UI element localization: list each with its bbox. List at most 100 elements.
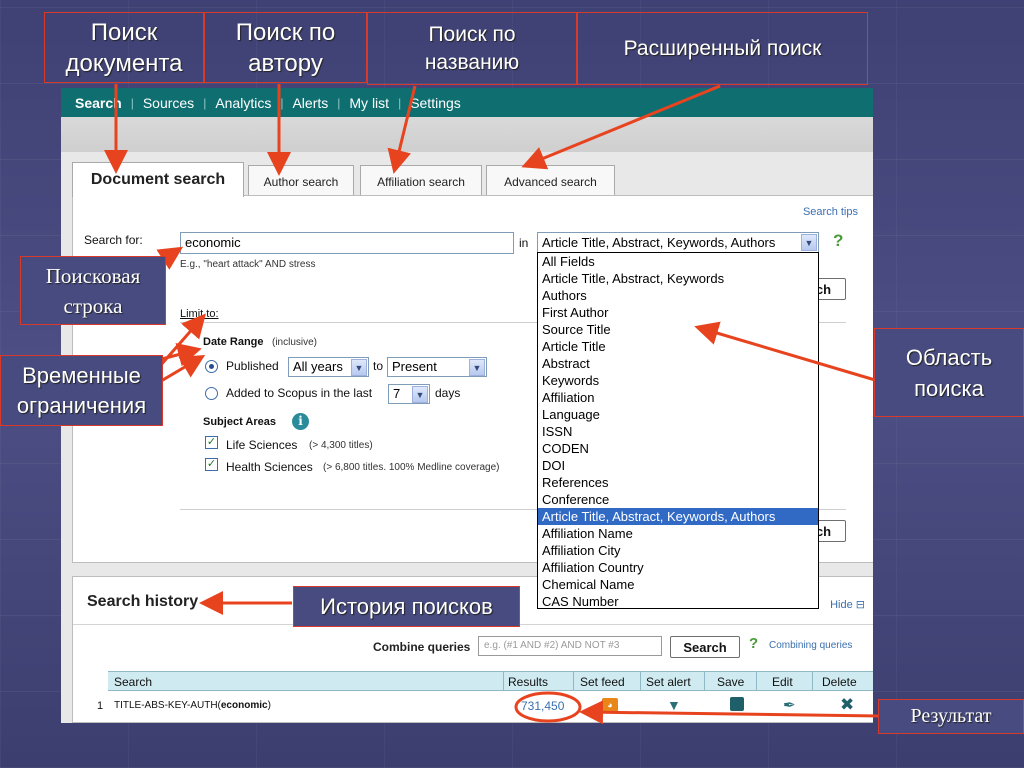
nav-analytics[interactable]: Analytics	[215, 95, 271, 111]
chevron-down-icon[interactable]: ▼	[351, 359, 367, 376]
table-row: 1 TITLE-ABS-KEY-AUTH(economic) 731,450 ◕…	[73, 695, 873, 716]
col-search: Search	[114, 675, 153, 689]
chevron-down-icon[interactable]: ▼	[469, 359, 485, 376]
dropdown-option[interactable]: Abstract	[538, 355, 818, 372]
health-sciences-label: Health Sciences	[226, 460, 313, 474]
dropdown-option[interactable]: ISSN	[538, 423, 818, 440]
dropdown-option[interactable]: Affiliation City	[538, 542, 818, 559]
dropdown-option[interactable]: Affiliation	[538, 389, 818, 406]
added-label: Added to Scopus in the last	[226, 386, 373, 400]
dropdown-option[interactable]: Affiliation Country	[538, 559, 818, 576]
life-sciences-label: Life Sciences	[226, 438, 298, 452]
query-prefix: TITLE-ABS-KEY-AUTH(	[114, 700, 221, 711]
annotation-search-string: Поисковая строка	[20, 256, 166, 325]
chevron-down-icon[interactable]: ▼	[412, 386, 428, 403]
search-example: E.g., "heart attack" AND stress	[180, 259, 316, 270]
hide-label: Hide	[830, 599, 853, 611]
alert-bell-icon[interactable]: ▼	[667, 697, 681, 713]
delete-x-icon[interactable]: ✖	[840, 695, 854, 715]
dropdown-option[interactable]: Affiliation Name	[538, 525, 818, 542]
annotation-advanced-search: Расширенный поиск	[577, 12, 868, 85]
row-query[interactable]: TITLE-ABS-KEY-AUTH(economic)	[114, 700, 271, 711]
nav-sources[interactable]: Sources	[143, 95, 194, 111]
dropdown-option[interactable]: Article Title, Abstract, Keywords, Autho…	[538, 508, 818, 525]
col-set-alert: Set alert	[646, 675, 691, 689]
scopus-window: Search | Sources | Analytics | Alerts | …	[61, 88, 873, 723]
search-input[interactable]: economic	[180, 232, 514, 254]
top-navigation: Search | Sources | Analytics | Alerts | …	[61, 88, 873, 117]
life-sciences-count: (> 4,300 titles)	[309, 440, 373, 451]
life-sciences-checkbox[interactable]: ✓	[205, 436, 218, 449]
search-tips-link[interactable]: Search tips	[803, 206, 858, 218]
dropdown-option[interactable]: DOI	[538, 457, 818, 474]
row-number: 1	[97, 700, 104, 712]
combine-queries-input[interactable]: e.g. (#1 AND #2) AND NOT #3	[478, 636, 662, 656]
col-results: Results	[508, 675, 549, 689]
dropdown-option[interactable]: Source Title	[538, 321, 818, 338]
edit-pencil-icon[interactable]: ✒	[783, 696, 796, 714]
nav-my-list[interactable]: My list	[349, 95, 389, 111]
search-field-dropdown[interactable]: All Fields Article Title, Abstract, Keywo…	[537, 252, 819, 609]
col-set-feed: Set feed	[580, 675, 625, 689]
dropdown-option[interactable]: Language	[538, 406, 818, 423]
col-edit: Edit	[772, 675, 793, 689]
search-field-value: Article Title, Abstract, Keywords, Autho…	[542, 235, 776, 250]
save-disk-icon[interactable]	[730, 697, 744, 711]
annotation-search-area: Область поиска	[874, 328, 1024, 417]
help-icon[interactable]: ?	[749, 635, 758, 652]
in-label: in	[519, 236, 529, 250]
dropdown-option[interactable]: First Author	[538, 304, 818, 321]
history-table-header: Search Results Set feed Set alert Save E…	[108, 671, 873, 691]
hide-history-link[interactable]: Hide ⊟	[830, 598, 865, 611]
published-label: Published	[226, 359, 279, 373]
nav-alerts[interactable]: Alerts	[292, 95, 328, 111]
years-to-value: Present	[392, 359, 437, 374]
tab-author-search[interactable]: Author search	[248, 165, 354, 198]
years-from-value: All years	[293, 359, 343, 374]
years-from-select[interactable]: All years ▼	[288, 357, 369, 377]
dropdown-option[interactable]: Article Title, Abstract, Keywords	[538, 270, 818, 287]
query-term: economic	[220, 700, 268, 711]
combine-search-button[interactable]: Search	[670, 636, 740, 658]
rss-feed-icon[interactable]: ◕	[602, 698, 618, 713]
health-sciences-count: (> 6,800 titles. 100% Medline coverage)	[323, 462, 500, 473]
date-range-label: Date Range	[203, 336, 264, 348]
dropdown-option[interactable]: CAS Number	[538, 593, 818, 610]
combining-queries-link[interactable]: Combining queries	[769, 640, 852, 651]
tab-advanced-search[interactable]: Advanced search	[486, 165, 615, 198]
annotation-doc-search: Поиск документа	[44, 12, 204, 83]
dropdown-option[interactable]: CODEN	[538, 440, 818, 457]
nav-settings[interactable]: Settings	[410, 95, 461, 111]
info-icon[interactable]: i	[292, 413, 309, 430]
dropdown-option[interactable]: All Fields	[538, 253, 818, 270]
help-icon[interactable]: ?	[833, 231, 843, 251]
dropdown-option[interactable]: Keywords	[538, 372, 818, 389]
health-sciences-checkbox[interactable]: ✓	[205, 458, 218, 471]
dropdown-option[interactable]: Conference	[538, 491, 818, 508]
published-radio[interactable]	[205, 360, 218, 373]
combine-queries-label: Combine queries	[373, 640, 471, 654]
search-for-label: Search for:	[84, 233, 143, 247]
col-save: Save	[717, 675, 745, 689]
tab-document-search[interactable]: Document search	[72, 162, 244, 197]
dropdown-option[interactable]: Chemical Name	[538, 576, 818, 593]
dropdown-option[interactable]: Authors	[538, 287, 818, 304]
days-select[interactable]: 7 ▼	[388, 384, 430, 404]
nav-search[interactable]: Search	[75, 95, 122, 111]
added-radio[interactable]	[205, 387, 218, 400]
dropdown-option[interactable]: Article Title	[538, 338, 818, 355]
results-count-link[interactable]: 731,450	[521, 699, 564, 713]
dropdown-option[interactable]: References	[538, 474, 818, 491]
search-history-title: Search history	[87, 593, 199, 610]
subject-areas-label: Subject Areas	[203, 416, 276, 428]
years-to-select[interactable]: Present ▼	[387, 357, 487, 377]
annotation-history: История поисков	[293, 586, 520, 627]
chevron-down-icon[interactable]: ▼	[801, 234, 817, 251]
search-field-select[interactable]: Article Title, Abstract, Keywords, Autho…	[537, 232, 819, 253]
query-suffix: )	[267, 700, 271, 711]
limit-to-label: Limit to:	[180, 308, 219, 320]
tab-affiliation-search[interactable]: Affiliation search	[360, 165, 482, 198]
annotation-result: Результат	[878, 699, 1024, 734]
days-label: days	[435, 386, 461, 400]
annotation-author-search: Поиск по автору	[204, 12, 367, 83]
